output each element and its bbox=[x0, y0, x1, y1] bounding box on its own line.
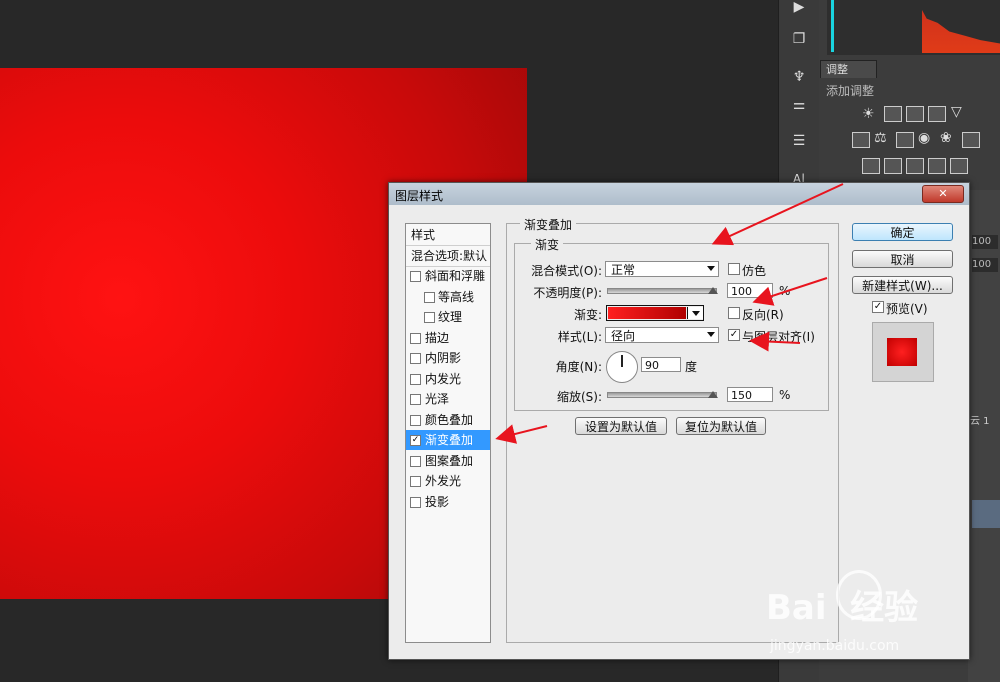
arrow-to-align-option bbox=[749, 331, 801, 352]
arrow-to-gradient-overlay-item bbox=[495, 424, 548, 444]
watermark-brand: Bai 经验 bbox=[766, 588, 919, 628]
arrow-to-gradient-swatch bbox=[752, 277, 828, 306]
watermark-url: jingyan.baidu.com bbox=[770, 638, 900, 654]
arrow-to-gradient-group bbox=[711, 183, 844, 246]
